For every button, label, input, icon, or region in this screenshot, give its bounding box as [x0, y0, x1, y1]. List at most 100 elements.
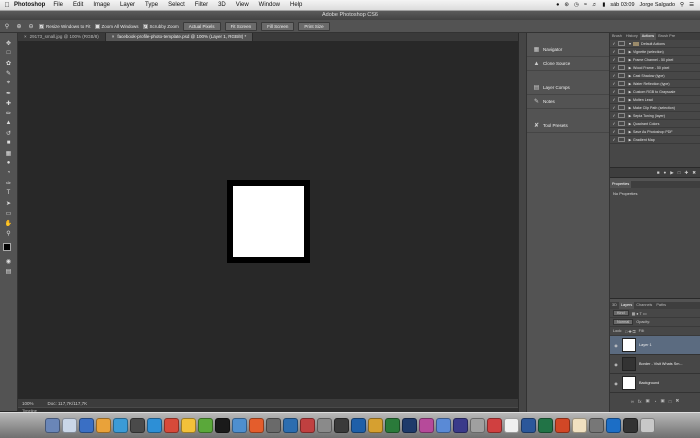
dock-app-icon[interactable] [164, 418, 179, 433]
tab-history[interactable]: History [624, 33, 640, 40]
battery-icon[interactable]: ▮ [602, 2, 605, 8]
dock-app-icon[interactable] [351, 418, 366, 433]
new-set-icon[interactable]: □ [678, 170, 681, 175]
crop-tool-icon[interactable]: ⌖ [4, 79, 14, 87]
fx-icon[interactable]: fx [638, 399, 642, 404]
clone-source-panel-button[interactable]: ▲ Clone Source [527, 57, 609, 71]
dock-app-icon[interactable] [572, 418, 587, 433]
foreground-color-swatch[interactable] [2, 243, 11, 251]
dock-app-icon[interactable] [385, 418, 400, 433]
dialog-toggle-icon[interactable] [618, 113, 625, 118]
menu-file[interactable]: File [53, 2, 63, 8]
status-app-icon[interactable]: ● [556, 2, 559, 8]
adjustment-icon[interactable]: ◔ [654, 399, 657, 404]
menu-clock[interactable]: sáb 03:09 [610, 2, 634, 8]
spotlight-icon[interactable]: ⚲ [680, 2, 684, 8]
menu-app-name[interactable]: Photoshop [14, 2, 45, 8]
color-swatches[interactable] [2, 243, 15, 255]
white-square-layer[interactable] [233, 186, 304, 257]
dock-app-icon[interactable] [249, 418, 264, 433]
dock-app-icon[interactable] [419, 418, 434, 433]
check-icon[interactable]: ✓ [610, 65, 618, 70]
menu-3d[interactable]: 3D [218, 2, 226, 8]
action-row[interactable]: ✓ ▶ Sepia Toning (layer) [610, 112, 700, 120]
record-icon[interactable]: ● [664, 170, 667, 175]
menu-type[interactable]: Type [145, 2, 158, 8]
tab-document-1[interactable]: × 29173_small.jpg @ 100% (RGB/8) [18, 33, 106, 41]
navigator-panel-button[interactable]: ▦ Navigator [527, 43, 609, 57]
new-layer-icon[interactable]: □ [669, 399, 672, 404]
dock-app-icon[interactable] [589, 418, 604, 433]
action-row[interactable]: ✓ ▶ Save As Photoshop PDF [610, 128, 700, 136]
zoom-tool-icon[interactable]: ⚲ [3, 22, 11, 30]
play-icon[interactable]: ▶ [670, 170, 673, 176]
layer-row-layer-1[interactable]: ◉ Layer 1 [610, 336, 700, 355]
actual-pixels-button[interactable]: Actual Pixels [182, 21, 221, 31]
dock-app-icon[interactable] [368, 418, 383, 433]
menu-select[interactable]: Select [168, 2, 185, 8]
apple-icon[interactable]:  [0, 2, 14, 9]
dock-app-icon[interactable] [640, 418, 655, 433]
dock-app-icon[interactable] [283, 418, 298, 433]
panel-divider[interactable] [518, 33, 526, 412]
menu-layer[interactable]: Layer [120, 2, 135, 8]
layer-row-border[interactable]: ◉ Border - Visit Whats Sm... [610, 355, 700, 374]
tab-paths[interactable]: Paths [654, 302, 668, 309]
tab-document-2[interactable]: × facebook-profile-photo-template.psd @ … [105, 33, 254, 41]
trash-icon[interactable]: ✖ [675, 398, 679, 404]
dock-app-icon[interactable] [317, 418, 332, 433]
dock-app-icon[interactable] [453, 418, 468, 433]
eye-icon[interactable]: ◉ [613, 381, 619, 386]
dock-app-icon[interactable] [181, 418, 196, 433]
zoom-in-icon[interactable]: ⊕ [15, 22, 23, 30]
zoom-tool-icon[interactable]: ⚲ [4, 229, 14, 237]
pen-tool-icon[interactable]: ✑ [4, 179, 14, 187]
kind-filter-select[interactable]: Kind [613, 310, 629, 316]
check-icon[interactable]: ✓ [610, 49, 618, 54]
check-icon[interactable]: ✓ [610, 41, 618, 46]
clone-stamp-tool-icon[interactable]: ▲ [4, 119, 14, 127]
action-set-row[interactable]: ✓ ▼ Default Actions [610, 40, 700, 48]
dialog-toggle-icon[interactable] [618, 49, 625, 54]
check-icon[interactable]: ✓ [610, 89, 618, 94]
dock-app-icon[interactable] [436, 418, 451, 433]
eyedropper-tool-icon[interactable]: ✒ [4, 89, 14, 97]
fill-screen-button[interactable]: Fill Screen [261, 21, 295, 31]
dodge-tool-icon[interactable]: ◔ [4, 169, 14, 177]
menu-filter[interactable]: Filter [195, 2, 208, 8]
history-brush-tool-icon[interactable]: ↺ [4, 129, 14, 137]
trash-icon[interactable]: ✖ [692, 170, 696, 176]
dock-app-icon[interactable] [147, 418, 162, 433]
doc-size[interactable]: Doc: 117,7K/117,7K [48, 401, 88, 406]
lock-icons[interactable]: □ ✚ ⚿ [625, 329, 635, 334]
dock-app-icon[interactable] [232, 418, 247, 433]
fit-screen-button[interactable]: Fit Screen [224, 21, 258, 31]
dialog-toggle-icon[interactable] [618, 65, 625, 70]
action-row[interactable]: ✓ ▶ Cast Shadow (type) [610, 72, 700, 80]
stop-icon[interactable]: ■ [657, 170, 660, 175]
quick-select-tool-icon[interactable]: ✎ [4, 69, 14, 77]
resize-windows-checkbox[interactable]: ✓ Resize Windows to Fit [39, 23, 91, 29]
tab-actions[interactable]: Actions [639, 33, 657, 40]
dock-app-icon[interactable] [79, 418, 94, 433]
menu-window[interactable]: Window [259, 2, 280, 8]
action-row[interactable]: ✓ ▶ Make Clip Path (selection) [610, 104, 700, 112]
check-icon[interactable]: ✓ [610, 129, 618, 134]
dock-app-icon[interactable] [470, 418, 485, 433]
move-tool-icon[interactable]: ✥ [4, 39, 14, 47]
check-icon[interactable]: ✓ [610, 97, 618, 102]
check-icon[interactable]: ✓ [610, 137, 618, 142]
check-icon[interactable]: ✓ [610, 105, 618, 110]
notes-panel-button[interactable]: ✎ Notes [527, 95, 609, 109]
dock-app-icon[interactable] [334, 418, 349, 433]
dock-app-icon[interactable] [62, 418, 77, 433]
check-icon[interactable]: ✓ [610, 81, 618, 86]
eraser-tool-icon[interactable]: ■ [4, 139, 14, 147]
dialog-toggle-icon[interactable] [618, 73, 625, 78]
scrubby-zoom-checkbox[interactable]: ✓ Scrubby Zoom [142, 23, 179, 29]
action-row[interactable]: ✓ ▶ Water Reflection (type) [610, 80, 700, 88]
dialog-toggle-icon[interactable] [618, 41, 625, 46]
hand-tool-icon[interactable]: ✋ [4, 219, 14, 227]
dock-app-icon[interactable] [487, 418, 502, 433]
dock-app-icon[interactable] [555, 418, 570, 433]
